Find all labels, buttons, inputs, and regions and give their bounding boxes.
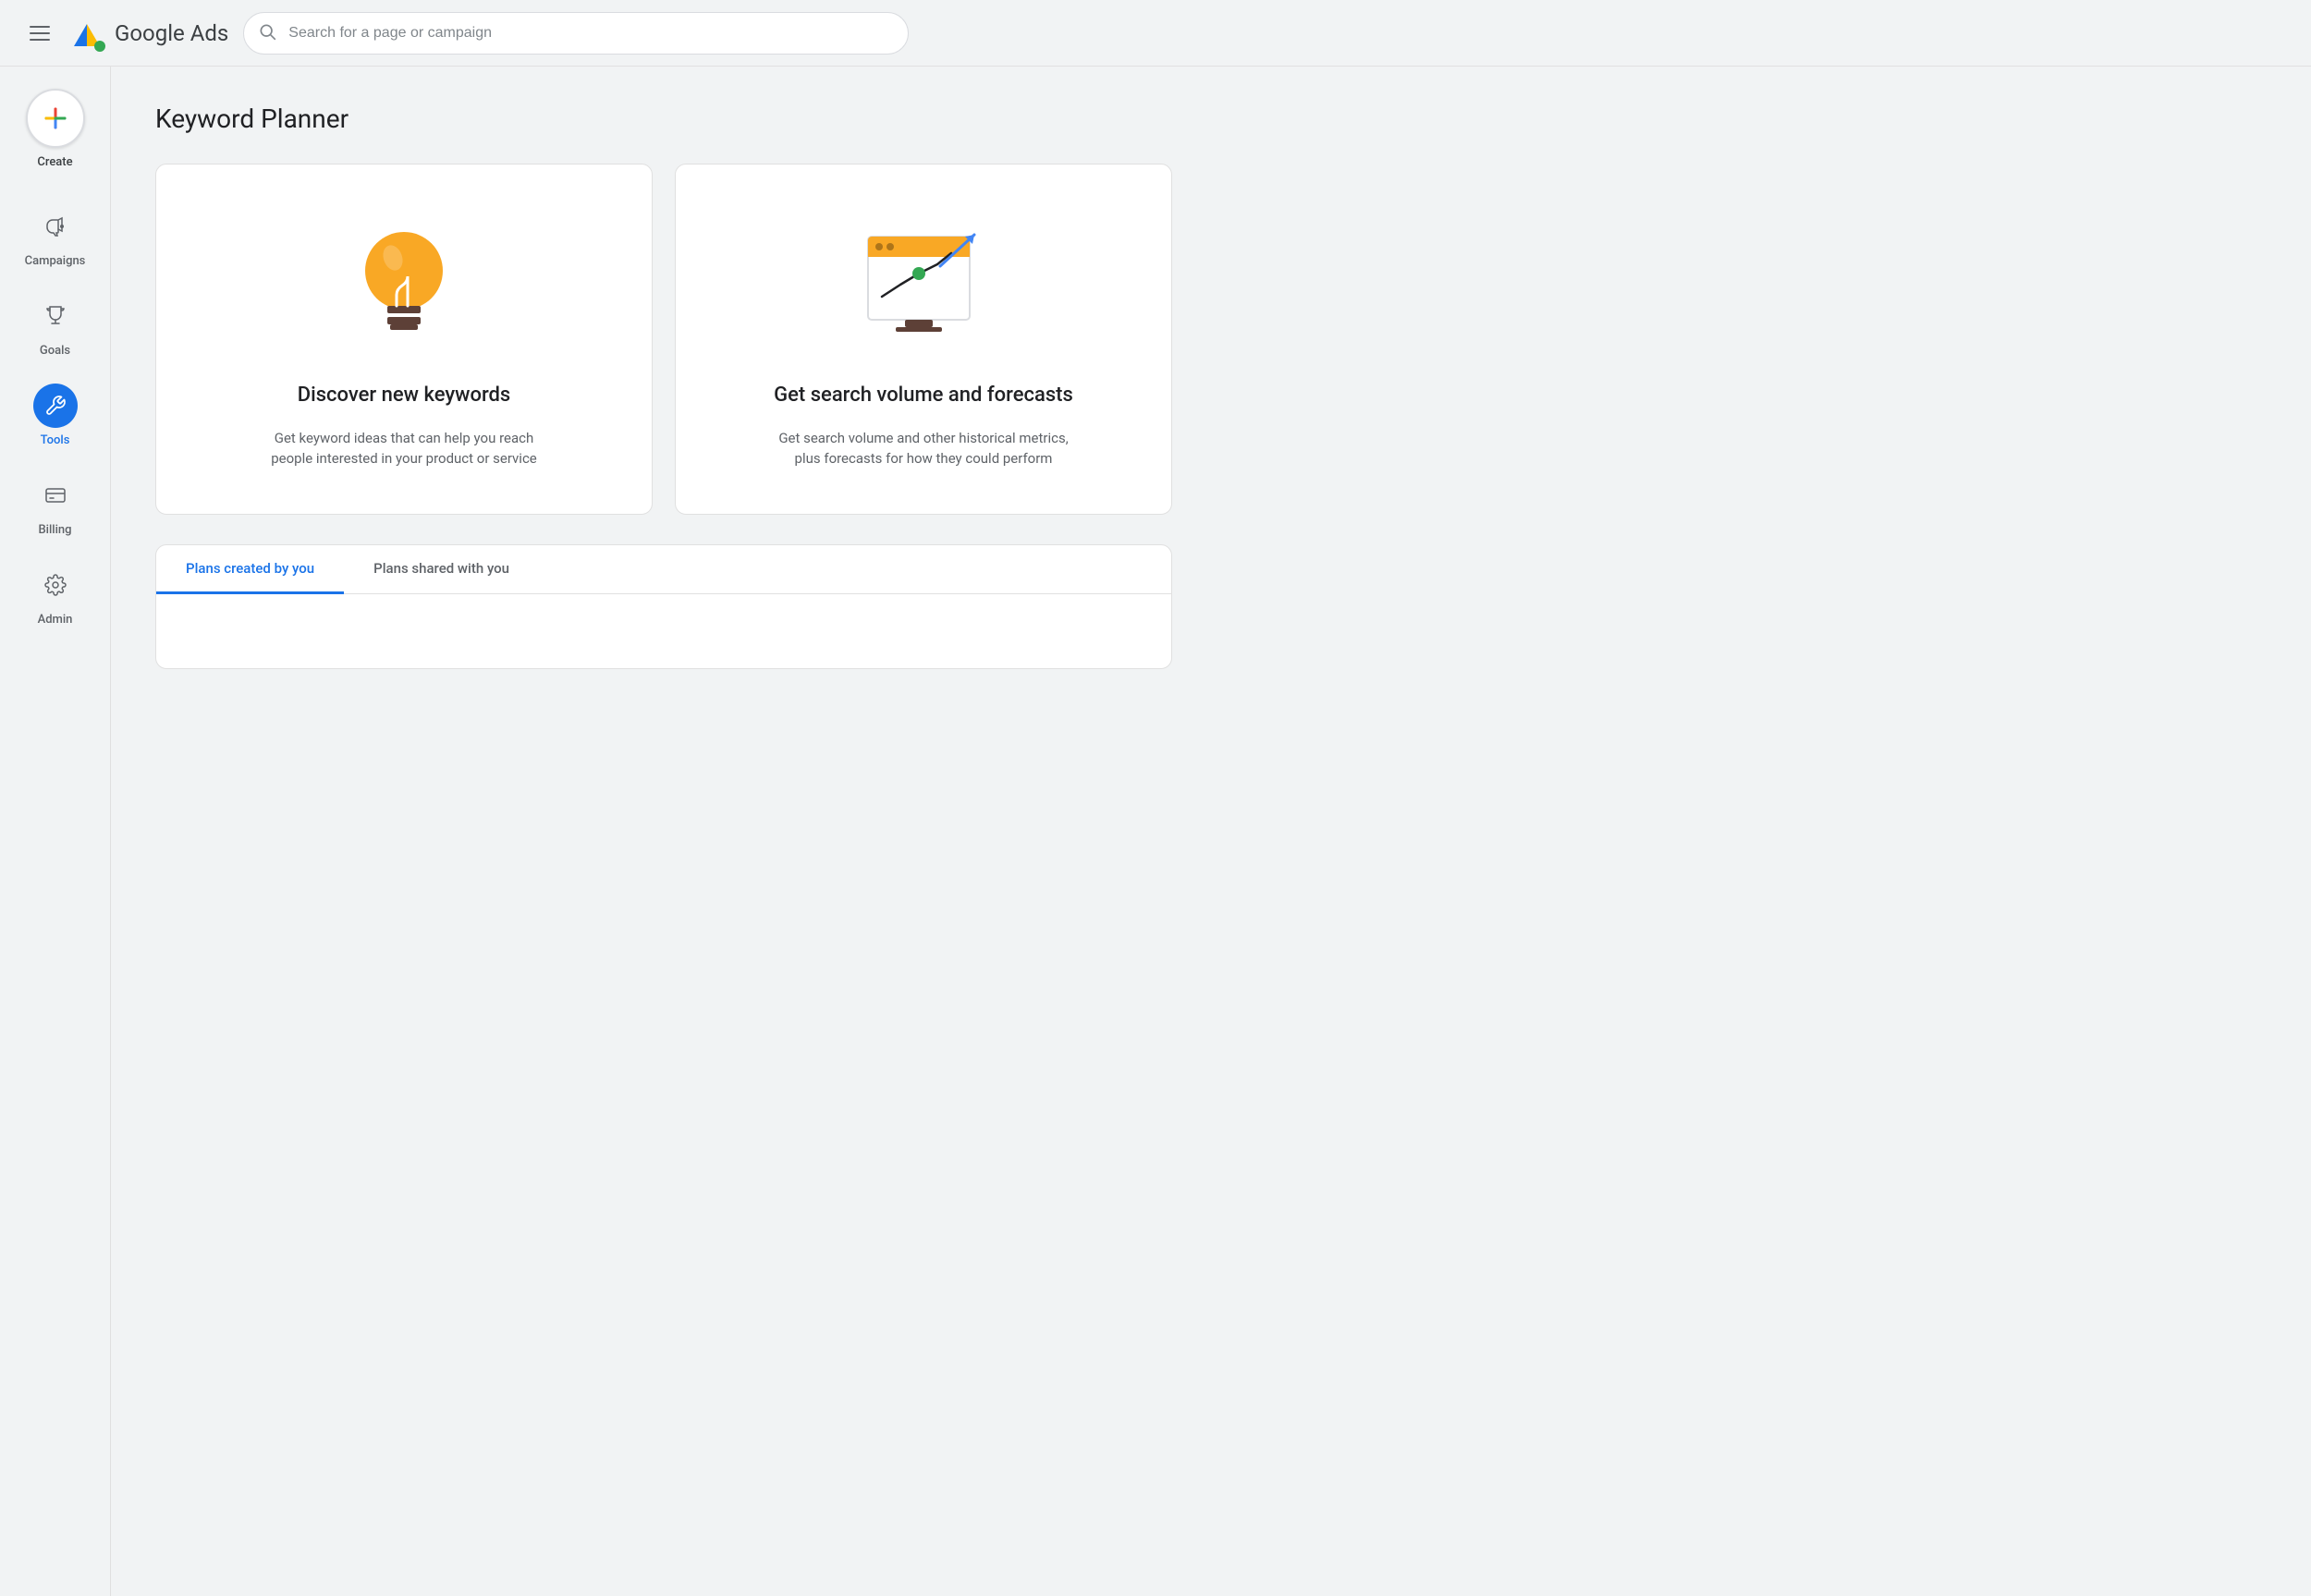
sidebar-item-admin-label: Admin	[38, 613, 73, 627]
sidebar-item-campaigns[interactable]: Campaigns	[0, 195, 110, 277]
tools-icon-wrap	[33, 384, 78, 428]
create-label: Create	[37, 155, 72, 169]
search-input[interactable]	[243, 12, 909, 55]
tab-plans-created-by-you[interactable]: Plans created by you	[156, 545, 344, 594]
discover-keywords-desc: Get keyword ideas that can help you reac…	[256, 428, 552, 469]
create-button[interactable]	[26, 89, 85, 148]
admin-icon	[44, 574, 67, 596]
sidebar: Create Campaigns	[0, 67, 111, 1596]
billing-icon-wrap	[33, 473, 78, 518]
sidebar-item-tools-label: Tools	[41, 433, 70, 447]
tabs-header: Plans created by you Plans shared with y…	[156, 545, 1171, 594]
search-icon	[258, 22, 276, 44]
sidebar-item-goals-label: Goals	[40, 344, 70, 358]
chart-browser-icon	[850, 218, 997, 347]
google-ads-logo-icon	[68, 15, 105, 52]
tools-icon	[44, 395, 67, 417]
sidebar-item-tools[interactable]: Tools	[0, 374, 110, 457]
campaigns-icon-wrap	[33, 204, 78, 249]
main-content: Keyword Planner	[111, 67, 2311, 1596]
campaigns-icon	[44, 215, 67, 238]
google-ads-logo[interactable]: Google Ads	[68, 15, 228, 52]
goals-icon	[44, 305, 67, 327]
cards-row: Discover new keywords Get keyword ideas …	[155, 164, 1172, 515]
create-section: Create	[26, 89, 85, 188]
search-volume-title: Get search volume and forecasts	[774, 383, 1073, 409]
sidebar-item-admin[interactable]: Admin	[0, 554, 110, 636]
search-volume-illustration	[850, 209, 997, 357]
sidebar-item-billing[interactable]: Billing	[0, 464, 110, 546]
discover-keywords-title: Discover new keywords	[298, 383, 511, 409]
page-title: Keyword Planner	[155, 104, 2267, 134]
discover-keywords-illustration	[330, 209, 478, 357]
sidebar-item-billing-label: Billing	[38, 523, 71, 537]
top-navigation: Google Ads	[0, 0, 2311, 67]
discover-keywords-card[interactable]: Discover new keywords Get keyword ideas …	[155, 164, 653, 515]
search-volume-desc: Get search volume and other historical m…	[776, 428, 1071, 469]
tabs-section: Plans created by you Plans shared with y…	[155, 544, 1172, 669]
search-volume-card[interactable]: Get search volume and forecasts Get sear…	[675, 164, 1172, 515]
menu-button[interactable]	[22, 18, 57, 48]
app-title: Google Ads	[115, 20, 228, 46]
plus-icon	[43, 105, 68, 131]
billing-icon	[44, 484, 67, 506]
search-bar	[243, 12, 909, 55]
goals-icon-wrap	[33, 294, 78, 338]
tab-plans-shared-with-you[interactable]: Plans shared with you	[344, 545, 539, 594]
main-layout: Create Campaigns	[0, 67, 2311, 1596]
tab-content	[156, 594, 1171, 668]
lightbulb-icon	[339, 213, 469, 352]
admin-icon-wrap	[33, 563, 78, 607]
sidebar-item-goals[interactable]: Goals	[0, 285, 110, 367]
sidebar-item-campaigns-label: Campaigns	[25, 254, 86, 268]
topnav-left: Google Ads	[22, 15, 228, 52]
